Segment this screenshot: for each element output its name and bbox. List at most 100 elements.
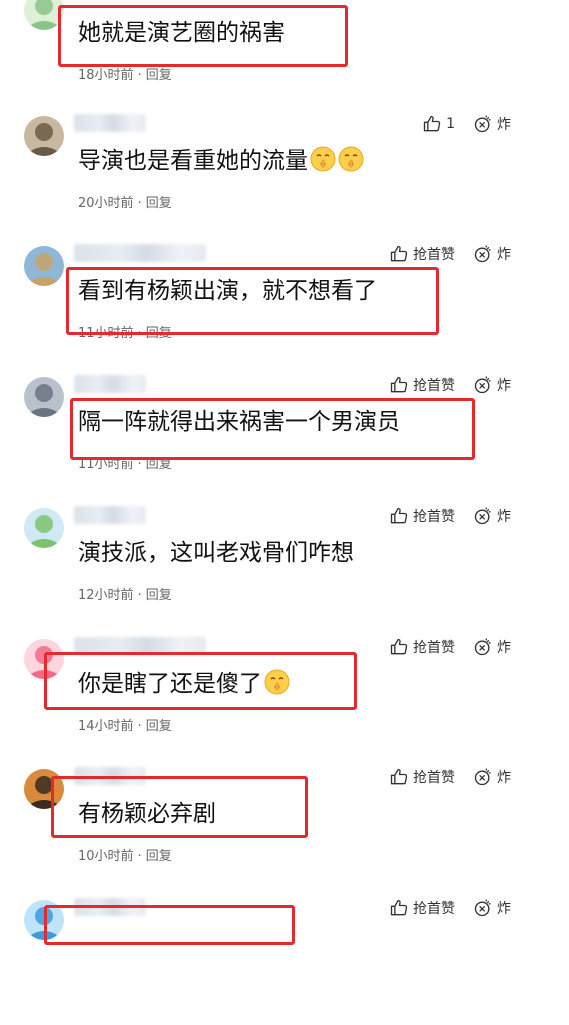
avatar[interactable] — [24, 377, 64, 417]
like-button[interactable]: 抢首赞 — [389, 375, 455, 395]
comment-item: 抢首赞 炸演技派，这叫老戏骨们咋想 12小时前 · 回复 — [0, 502, 569, 633]
comment-item: 她就是演艺圈的祸害 18小时前 · 回复 — [0, 0, 569, 109]
comment-text-content: 演技派，这叫老戏骨们咋想 — [78, 540, 354, 566]
avatar[interactable] — [24, 769, 64, 809]
comment-item: 1 炸导演也是看重她的流量 20小时前 · 回复 — [0, 110, 569, 241]
comment-actions: 抢首赞 炸 — [389, 767, 511, 787]
like-label: 抢首赞 — [413, 640, 455, 656]
comment-text: 有杨颖必弃剧 — [78, 799, 216, 829]
avatar[interactable] — [24, 116, 64, 156]
thumbs-up-icon — [389, 244, 409, 264]
thumbs-up-icon — [389, 375, 409, 395]
bomb-label: 炸 — [497, 901, 511, 917]
comment-time: 11小时前 — [78, 326, 134, 341]
like-button[interactable]: 抢首赞 — [389, 506, 455, 526]
reply-link[interactable]: 回复 — [146, 849, 172, 864]
avatar[interactable] — [24, 0, 64, 30]
avatar[interactable] — [24, 639, 64, 679]
comment-text: 隔一阵就得出来祸害一个男演员 — [78, 407, 400, 437]
like-button[interactable]: 抢首赞 — [389, 767, 455, 787]
comment-text: 演技派，这叫老戏骨们咋想 — [78, 538, 354, 568]
comment-actions: 抢首赞 炸 — [389, 637, 511, 657]
like-button[interactable]: 抢首赞 — [389, 244, 455, 264]
comment-actions: 1炸 — [422, 114, 511, 134]
meta-separator: · — [137, 719, 142, 734]
comment-text-content: 看到有杨颖出演，就不想看了 — [78, 278, 377, 304]
comment-meta: 11小时前 · 回复 — [78, 322, 172, 341]
shushing-face-emoji-icon — [262, 669, 290, 697]
bomb-icon — [473, 506, 493, 526]
bomb-label: 炸 — [497, 117, 511, 133]
comment-text-content: 你是瞎了还是傻了 — [78, 671, 262, 697]
username-blurred[interactable] — [74, 114, 146, 132]
reply-link[interactable]: 回复 — [146, 196, 172, 211]
meta-separator: · — [137, 68, 142, 83]
username-blurred[interactable] — [74, 506, 146, 524]
like-button[interactable]: 抢首赞 — [389, 898, 455, 918]
avatar[interactable] — [24, 246, 64, 286]
comment-text: 她就是演艺圈的祸害 — [78, 18, 285, 48]
comment-time: 18小时前 — [78, 68, 134, 83]
comment-item: 抢首赞 炸隔一阵就得出来祸害一个男演员 11小时前 · 回复 — [0, 371, 569, 502]
bomb-button[interactable]: 炸 — [473, 244, 511, 264]
reply-link[interactable]: 回复 — [146, 719, 172, 734]
comment-text-content: 有杨颖必弃剧 — [78, 801, 216, 827]
bomb-icon — [473, 114, 493, 134]
bomb-label: 炸 — [497, 640, 511, 656]
thumbs-up-icon — [389, 506, 409, 526]
comment-meta: 12小时前 · 回复 — [78, 584, 172, 603]
bomb-label: 炸 — [497, 509, 511, 525]
reply-link[interactable]: 回复 — [146, 326, 172, 341]
comment-actions: 抢首赞 炸 — [389, 506, 511, 526]
like-label: 抢首赞 — [413, 901, 455, 917]
comment-text-content: 她就是演艺圈的祸害 — [78, 20, 285, 46]
bomb-icon — [473, 637, 493, 657]
meta-separator: · — [137, 457, 142, 472]
bomb-label: 炸 — [497, 770, 511, 786]
thumbs-up-icon — [389, 767, 409, 787]
thumbs-up-icon — [389, 898, 409, 918]
reply-link[interactable]: 回复 — [146, 588, 172, 603]
comment-time: 12小时前 — [78, 588, 134, 603]
bomb-icon — [473, 375, 493, 395]
bomb-label: 炸 — [497, 378, 511, 394]
avatar[interactable] — [24, 900, 64, 940]
bomb-icon — [473, 898, 493, 918]
username-blurred[interactable] — [74, 898, 146, 916]
comment-meta: 20小时前 · 回复 — [78, 192, 172, 211]
reply-link[interactable]: 回复 — [146, 68, 172, 83]
bomb-button[interactable]: 炸 — [473, 506, 511, 526]
like-button[interactable]: 1 — [422, 114, 455, 134]
comment-meta: 14小时前 · 回复 — [78, 715, 172, 734]
bomb-label: 炸 — [497, 247, 511, 263]
like-label: 1 — [446, 116, 455, 132]
shushing-face-emoji-icon — [308, 146, 336, 174]
comment-text: 你是瞎了还是傻了 — [78, 669, 290, 699]
comment-text: 看到有杨颖出演，就不想看了 — [78, 276, 377, 306]
bomb-icon — [473, 244, 493, 264]
username-blurred[interactable] — [74, 637, 206, 655]
bomb-button[interactable]: 炸 — [473, 637, 511, 657]
comment-time: 10小时前 — [78, 849, 134, 864]
comment-meta: 10小时前 · 回复 — [78, 845, 172, 864]
comment-text-content: 隔一阵就得出来祸害一个男演员 — [78, 409, 400, 435]
username-blurred[interactable] — [74, 375, 146, 393]
comment-time: 20小时前 — [78, 196, 134, 211]
avatar[interactable] — [24, 508, 64, 548]
comment-item: 抢首赞 炸你是瞎了还是傻了 14小时前 · 回复 — [0, 633, 569, 764]
comment-time: 14小时前 — [78, 719, 134, 734]
thumbs-up-icon — [389, 637, 409, 657]
comment-actions: 抢首赞 炸 — [389, 244, 511, 264]
like-button[interactable]: 抢首赞 — [389, 637, 455, 657]
comment-item: 抢首赞 炸有杨颖必弃剧 10小时前 · 回复 — [0, 763, 569, 894]
meta-separator: · — [137, 588, 142, 603]
bomb-button[interactable]: 炸 — [473, 114, 511, 134]
bomb-button[interactable]: 炸 — [473, 375, 511, 395]
bomb-button[interactable]: 炸 — [473, 767, 511, 787]
bomb-icon — [473, 767, 493, 787]
comment-item: 抢首赞 炸 — [0, 894, 569, 1025]
username-blurred[interactable] — [74, 244, 206, 262]
bomb-button[interactable]: 炸 — [473, 898, 511, 918]
username-blurred[interactable] — [74, 767, 146, 785]
reply-link[interactable]: 回复 — [146, 457, 172, 472]
